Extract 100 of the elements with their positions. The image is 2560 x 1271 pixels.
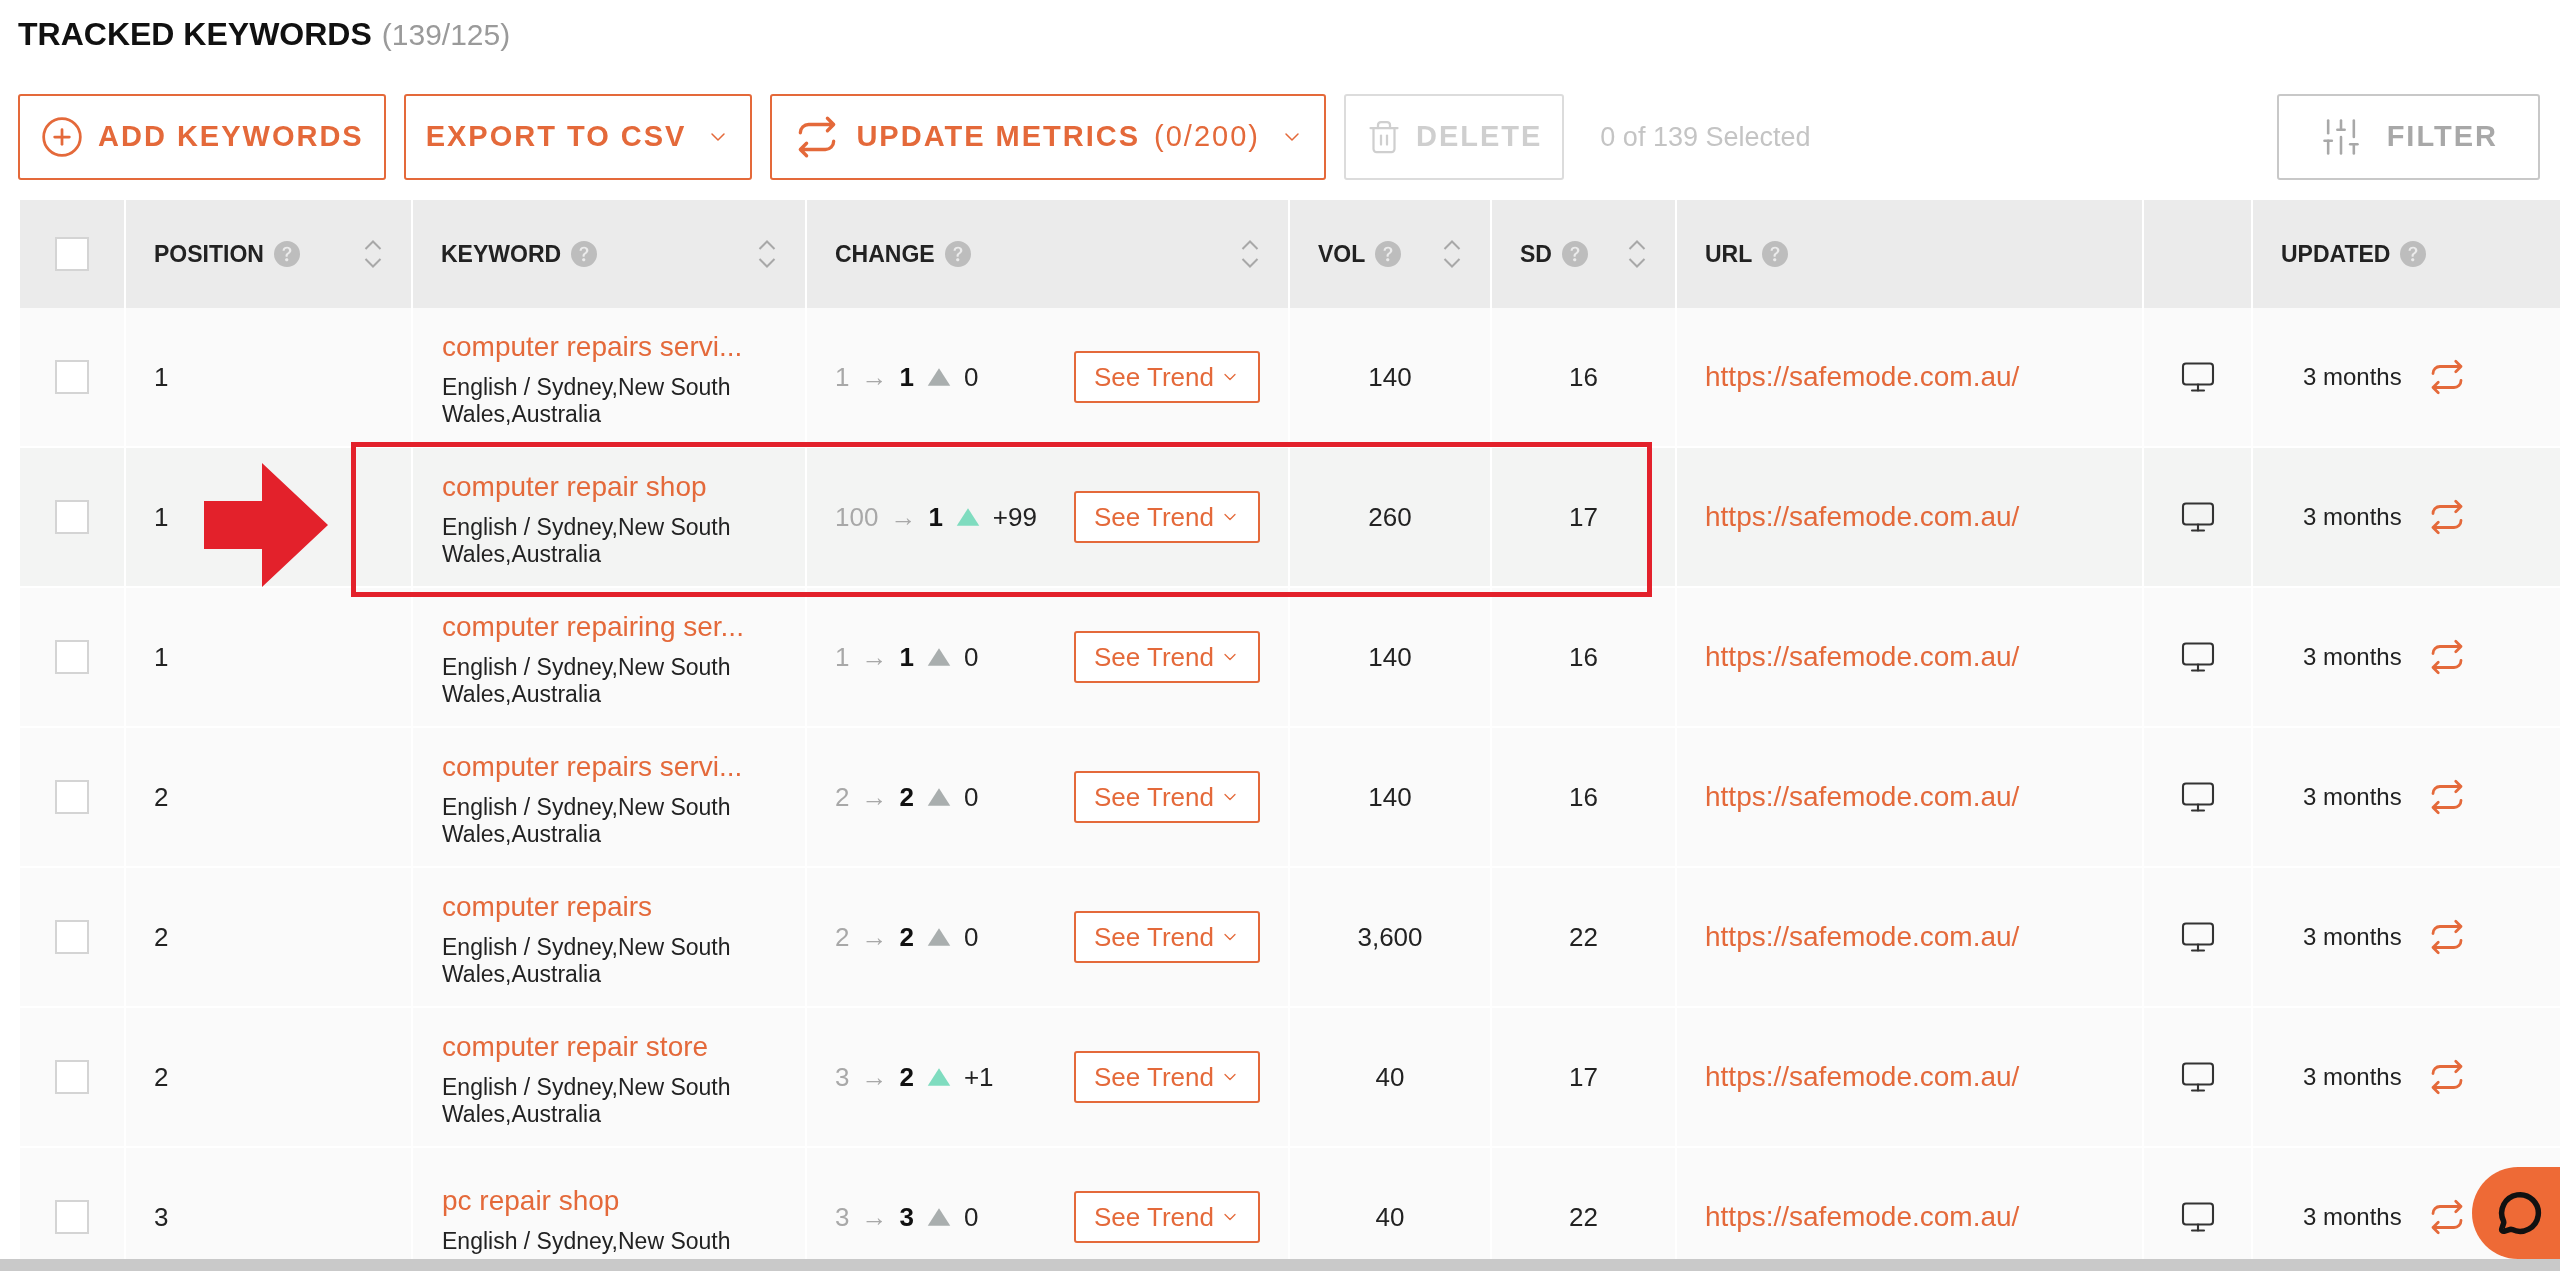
rank-from: 2: [835, 780, 850, 814]
column-header: KEYWORD: [441, 239, 562, 269]
arrow-text: →: [861, 780, 888, 814]
checkbox[interactable]: [55, 1060, 89, 1094]
checkbox[interactable]: [55, 237, 89, 271]
rank-from: 3: [835, 1060, 850, 1094]
checkbox[interactable]: [55, 640, 89, 674]
page-title: TRACKED KEYWORDS: [18, 15, 372, 54]
column-header: SD: [1520, 239, 1552, 269]
updated-cell-text: 3 months: [2303, 782, 2402, 812]
location-text: English / Sydney,New South Wales,Australia: [442, 934, 732, 988]
keyword-link[interactable]: computer repair store: [442, 1026, 709, 1068]
help-icon: [944, 241, 971, 267]
rank-from: 100: [835, 500, 879, 534]
keyword-link[interactable]: computer repairs: [442, 886, 653, 928]
keyword-link[interactable]: computer repair shop: [442, 466, 707, 508]
see-trend-button[interactable]: See Trend: [1074, 771, 1260, 823]
update-button[interactable]: UPDATE METRICS (0/200): [770, 94, 1326, 180]
volume-cell-text: 140: [1368, 640, 1412, 674]
updated-cell-text: 3 months: [2303, 922, 2402, 952]
url-link[interactable]: https://safemode.com.au/: [1705, 356, 2020, 398]
see-trend-button[interactable]: See Trend: [1074, 1051, 1260, 1103]
url-link[interactable]: https://safemode.com.au/: [1705, 776, 2020, 818]
updated-cell-text: 3 months: [2303, 362, 2402, 392]
add-button[interactable]: ADD KEYWORDS: [18, 94, 386, 180]
monitor-icon: [2179, 639, 2216, 675]
arrow-text: →: [861, 1200, 888, 1234]
checkbox[interactable]: [55, 780, 89, 814]
volume-cell-text: 260: [1368, 500, 1412, 534]
updated-cell-text: 3 months: [2303, 502, 2402, 532]
rank-delta: +1: [963, 1060, 995, 1094]
rank-delta: +99: [992, 500, 1038, 534]
rank-delta: 0: [963, 780, 980, 814]
help-icon: [571, 241, 598, 267]
monitor-icon: [2179, 1059, 2216, 1095]
checkbox[interactable]: [55, 1200, 89, 1234]
rank-from: 1: [835, 640, 850, 674]
arrow-text: →: [861, 360, 888, 394]
see-trend-button[interactable]: See Trend: [1074, 351, 1260, 403]
plus-circle-icon: [40, 115, 84, 159]
position-cell-text: 2: [154, 920, 169, 954]
rank-to: 3: [899, 1200, 914, 1234]
help-icon: [2400, 241, 2427, 267]
rank-delta: 0: [963, 360, 980, 394]
sd-cell-text: 16: [1569, 360, 1598, 394]
updated-cell-text: 3 months: [2303, 1202, 2402, 1232]
monitor-icon: [2179, 1199, 2216, 1235]
rank-delta: 0: [963, 920, 980, 954]
help-icon: [1375, 241, 1402, 267]
url-link[interactable]: https://safemode.com.au/: [1705, 916, 2020, 958]
checkbox[interactable]: [55, 500, 89, 534]
volume-cell-text: 140: [1368, 360, 1412, 394]
sd-cell-text: 16: [1569, 640, 1598, 674]
url-link[interactable]: https://safemode.com.au/: [1705, 496, 2020, 538]
position-cell-text: 1: [154, 640, 169, 674]
keyword-link[interactable]: pc repair shop: [442, 1179, 620, 1222]
monitor-icon: [2179, 919, 2216, 955]
column-header: UPDATED: [2281, 239, 2391, 269]
sd-cell-text: 22: [1569, 1200, 1598, 1234]
keyword-count: (139/125): [381, 17, 511, 53]
rank-delta: 0: [963, 640, 980, 674]
url-link[interactable]: https://safemode.com.au/: [1705, 636, 2020, 678]
monitor-icon: [2179, 499, 2216, 535]
rank-to: 2: [899, 1060, 914, 1094]
help-icon: [273, 241, 300, 267]
monitor-icon: [2179, 779, 2216, 815]
see-trend-button[interactable]: See Trend: [1074, 911, 1260, 963]
see-trend-button[interactable]: See Trend: [1074, 1191, 1260, 1243]
checkbox[interactable]: [55, 920, 89, 954]
keyword-link[interactable]: computer repairs servi...: [442, 746, 743, 788]
position-cell-text: 2: [154, 780, 169, 814]
export-button[interactable]: EXPORT TO CSV: [403, 94, 753, 180]
location-text: English / Sydney,New South Wales,Australia: [442, 794, 732, 848]
location-text: English / Sydney,New South Wales,Australia: [442, 374, 732, 428]
rank-from: 2: [835, 920, 850, 954]
keyword-link[interactable]: computer repairs servi...: [442, 326, 743, 368]
arrow-text: →: [861, 920, 888, 954]
url-link[interactable]: https://safemode.com.au/: [1705, 1196, 2020, 1238]
rank-to: 1: [899, 640, 914, 674]
monitor-icon: [2179, 359, 2216, 395]
arrow-text: →: [861, 640, 888, 674]
see-trend-button[interactable]: See Trend: [1074, 631, 1260, 683]
sd-cell-text: 17: [1569, 1060, 1598, 1094]
sd-cell-text: 17: [1569, 500, 1598, 534]
help-icon: [1762, 241, 1789, 267]
location-text: English / Sydney,New South: [442, 1227, 732, 1255]
filter-button[interactable]: FILTER: [2276, 94, 2540, 180]
url-link[interactable]: https://safemode.com.au/: [1705, 1056, 2020, 1098]
volume-cell-text: 3,600: [1357, 920, 1423, 954]
location-text: English / Sydney,New South Wales,Australia: [442, 654, 732, 708]
position-cell-text: 3: [154, 1200, 169, 1234]
keyword-link[interactable]: computer repairing ser...: [442, 606, 744, 648]
location-text: English / Sydney,New South Wales,Australia: [442, 514, 732, 568]
checkbox[interactable]: [55, 360, 89, 394]
selection-count: 0 of 139 Selected: [1600, 120, 1811, 154]
rank-delta: 0: [963, 1200, 980, 1234]
chat-icon: [2498, 1191, 2542, 1235]
volume-cell-text: 40: [1375, 1200, 1405, 1234]
column-header: POSITION: [154, 239, 264, 269]
see-trend-button[interactable]: See Trend: [1074, 491, 1260, 543]
